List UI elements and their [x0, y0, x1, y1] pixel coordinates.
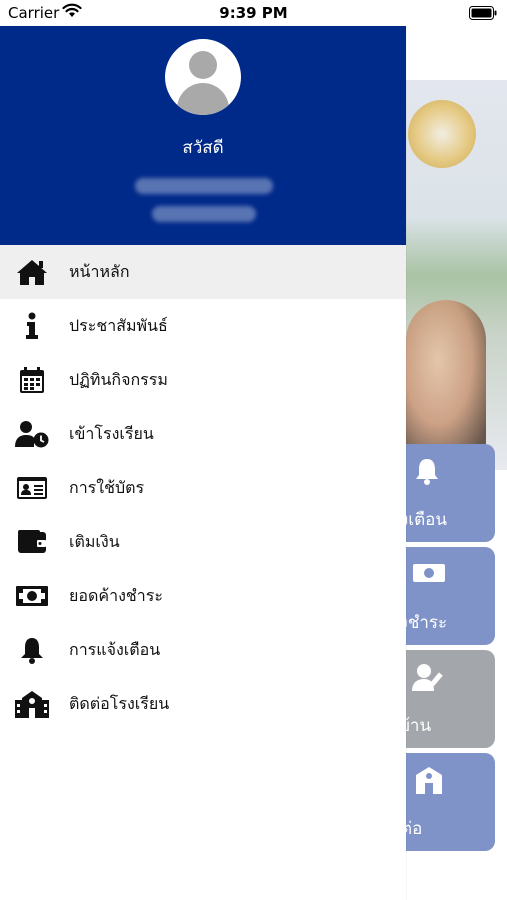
menu-item-label: เติมเงิน	[69, 531, 120, 551]
calendar-icon	[15, 366, 49, 394]
bell-icon	[412, 456, 442, 493]
id-card-icon	[15, 474, 49, 502]
drawer-header: สวัสดี	[0, 26, 406, 245]
greeting-text: สวัสดี	[182, 138, 224, 158]
side-drawer: สวัสดี หน้าหลัก ประชาสัมพันธ์ ปฏิทินกิจก…	[0, 26, 406, 900]
avatar-body	[177, 83, 229, 115]
menu-item-label: ยอดค้างชำระ	[69, 585, 163, 605]
school-logo	[408, 100, 476, 168]
money-bill-icon	[15, 582, 49, 610]
menu-item-outstanding[interactable]: ยอดค้างชำระ	[0, 569, 406, 623]
menu-item-notifications[interactable]: การแจ้งเตือน	[0, 623, 406, 677]
school-icon	[15, 690, 49, 718]
menu-item-label: ประชาสัมพันธ์	[69, 315, 168, 335]
bell-icon	[15, 636, 49, 664]
menu-item-home[interactable]: หน้าหลัก	[0, 245, 406, 299]
info-icon	[15, 312, 49, 340]
wallet-icon	[15, 528, 49, 556]
menu-item-label: การแจ้งเตือน	[69, 639, 161, 659]
menu-item-label: หน้าหลัก	[69, 261, 130, 281]
menu-item-label: การใช้บัตร	[69, 477, 145, 497]
home-icon	[15, 258, 49, 286]
menu-item-label: ปฏิทินกิจกรรม	[69, 369, 168, 389]
user-edit-icon	[412, 662, 446, 699]
menu-item-label: เข้าโรงเรียน	[69, 423, 154, 443]
school-icon	[412, 765, 446, 802]
clock: 9:39 PM	[219, 4, 288, 22]
banner-child-image	[406, 300, 486, 450]
menu-item-calendar[interactable]: ปฏิทินกิจกรรม	[0, 353, 406, 407]
menu-item-card-usage[interactable]: การใช้บัตร	[0, 461, 406, 515]
battery-icon	[469, 6, 497, 24]
menu-item-top-up[interactable]: เติมเงิน	[0, 515, 406, 569]
status-bar: Carrier 9:39 PM	[0, 0, 507, 26]
menu-item-label: ติดต่อโรงเรียน	[69, 693, 170, 713]
user-clock-icon	[15, 420, 49, 448]
user-name-redacted	[135, 178, 273, 194]
avatar[interactable]	[165, 39, 241, 115]
menu-item-news[interactable]: ประชาสัมพันธ์	[0, 299, 406, 353]
menu-item-check-in[interactable]: เข้าโรงเรียน	[0, 407, 406, 461]
money-bill-icon	[412, 559, 446, 592]
drawer-menu: หน้าหลัก ประชาสัมพันธ์ ปฏิทินกิจกรรม เข้…	[0, 245, 406, 731]
menu-item-contact-school[interactable]: ติดต่อโรงเรียน	[0, 677, 406, 731]
avatar-head	[189, 51, 217, 79]
user-id-redacted	[152, 206, 256, 222]
